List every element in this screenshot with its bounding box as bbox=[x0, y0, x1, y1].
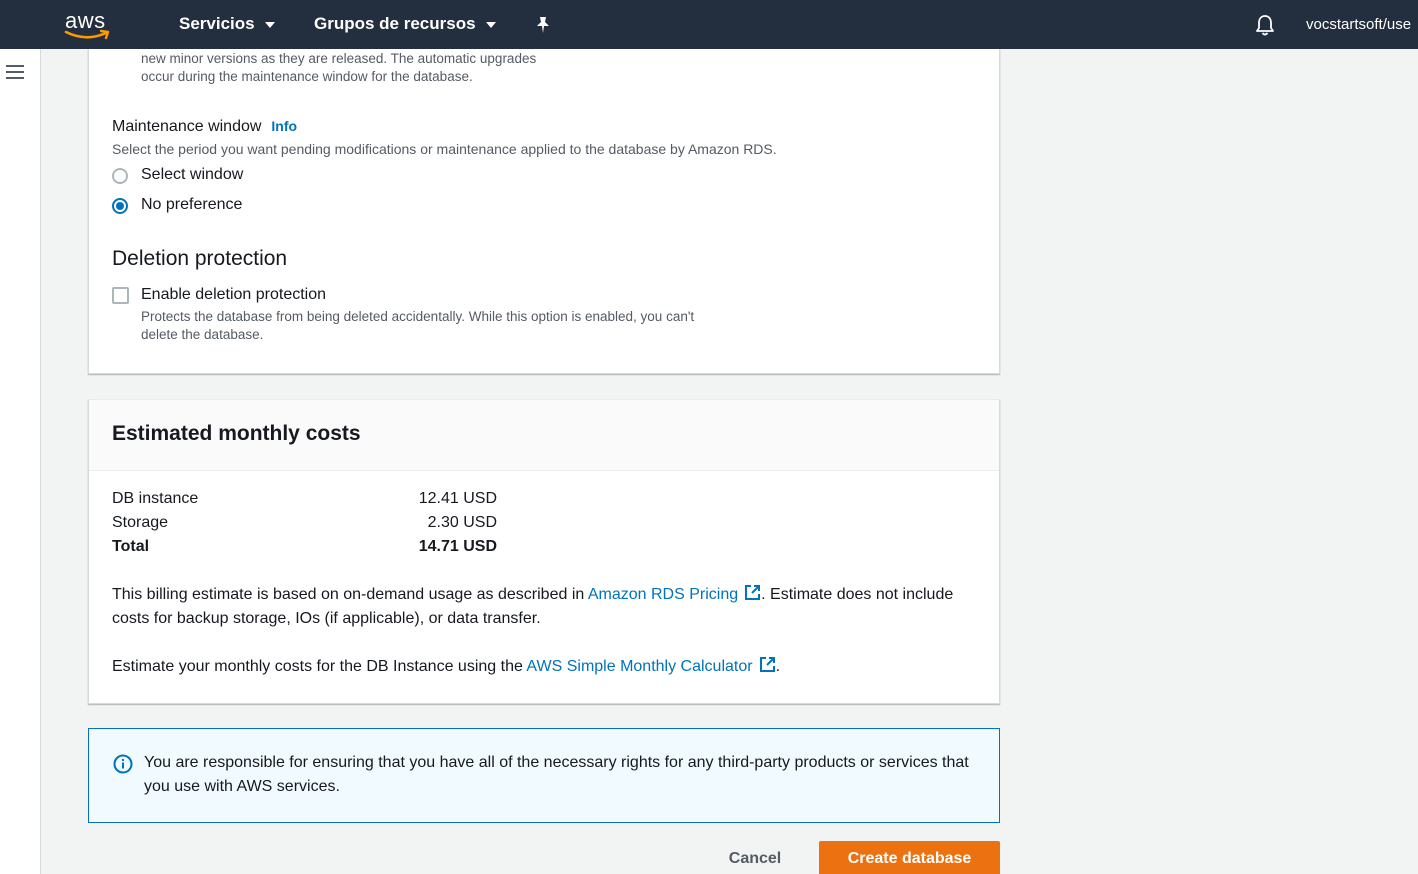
amazon-rds-pricing-link[interactable]: Amazon RDS Pricing bbox=[588, 585, 761, 603]
cost-value: 12.41 USD bbox=[418, 490, 497, 507]
billing-estimate-paragraph: This billing estimate is based on on-dem… bbox=[112, 585, 954, 627]
aws-logo[interactable]: aws bbox=[64, 8, 116, 42]
aws-simple-monthly-calculator-link[interactable]: AWS Simple Monthly Calculator bbox=[526, 657, 775, 675]
top-navigation-bar: aws Servicios Grupos de recursos vocstar… bbox=[0, 0, 1418, 49]
menu-icon[interactable] bbox=[6, 65, 26, 81]
caret-down-icon bbox=[264, 21, 275, 28]
resource-groups-menu[interactable]: Grupos de recursos bbox=[314, 14, 496, 34]
external-link-icon bbox=[759, 657, 775, 672]
minor-version-description: new minor versions as they are released.… bbox=[141, 51, 537, 84]
info-link[interactable]: Info bbox=[271, 118, 297, 134]
third-party-rights-alert: You are responsible for ensuring that yo… bbox=[88, 728, 1000, 823]
estimated-costs-panel: Estimated monthly costs DB instance 12.4… bbox=[88, 399, 1000, 704]
cancel-button[interactable]: Cancel bbox=[718, 847, 792, 874]
select-window-label[interactable]: Select window bbox=[141, 166, 243, 184]
info-circle-icon bbox=[113, 754, 133, 774]
create-database-button[interactable]: Create database bbox=[819, 841, 1000, 874]
no-preference-label[interactable]: No preference bbox=[141, 196, 242, 214]
cost-row-db-instance: DB instance 12.41 USD bbox=[112, 490, 497, 508]
account-menu[interactable]: vocstartsoft/use bbox=[1306, 16, 1411, 33]
cost-value: 14.71 USD bbox=[418, 538, 497, 555]
cost-label: DB instance bbox=[112, 490, 199, 507]
deletion-protection-checkbox[interactable] bbox=[112, 287, 129, 304]
deletion-protection-description: Protects the database from being deleted… bbox=[141, 309, 695, 342]
aws-smile-icon bbox=[64, 29, 110, 40]
costs-header: Estimated monthly costs bbox=[89, 400, 999, 471]
alert-message: You are responsible for ensuring that yo… bbox=[144, 754, 969, 795]
bell-icon[interactable] bbox=[1254, 14, 1276, 36]
deletion-protection-label[interactable]: Enable deletion protection bbox=[141, 286, 326, 304]
pin-icon[interactable] bbox=[535, 16, 551, 34]
maintenance-window-label: Maintenance window bbox=[112, 118, 262, 135]
deletion-protection-title: Deletion protection bbox=[112, 247, 288, 270]
no-preference-radio[interactable] bbox=[112, 198, 128, 214]
cost-value: 2.30 USD bbox=[427, 514, 497, 531]
maintenance-window-description: Select the period you want pending modif… bbox=[112, 141, 777, 157]
costs-title: Estimated monthly costs bbox=[112, 422, 361, 445]
services-label: Servicios bbox=[179, 14, 255, 33]
cost-row-total: Total 14.71 USD bbox=[112, 538, 497, 556]
cost-row-storage: Storage 2.30 USD bbox=[112, 514, 497, 532]
cost-label: Total bbox=[112, 538, 150, 555]
calculator-paragraph: Estimate your monthly costs for the DB I… bbox=[112, 657, 781, 675]
cost-label: Storage bbox=[112, 514, 169, 531]
services-menu[interactable]: Servicios bbox=[179, 14, 275, 34]
caret-down-icon bbox=[485, 21, 496, 28]
resource-groups-label: Grupos de recursos bbox=[314, 14, 476, 33]
additional-configuration-panel: new minor versions as they are released.… bbox=[88, 49, 1000, 374]
side-navigation-rail bbox=[0, 49, 41, 874]
maintenance-window-heading: Maintenance window Info bbox=[112, 118, 297, 136]
select-window-radio[interactable] bbox=[112, 168, 128, 184]
external-link-icon bbox=[745, 585, 761, 600]
